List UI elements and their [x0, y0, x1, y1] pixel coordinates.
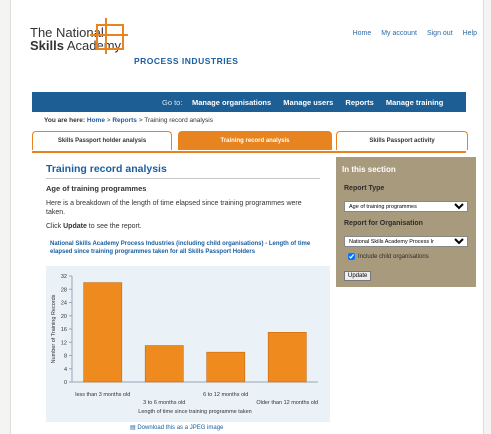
nav-manage-training[interactable]: Manage training	[386, 98, 444, 107]
report-type-select[interactable]: Age of training programmes	[344, 201, 468, 212]
include-children-row: Include child organisations	[348, 253, 429, 260]
logo-subtitle: PROCESS INDUSTRIES	[134, 56, 239, 66]
y-tick-label: 20	[61, 314, 67, 320]
x-tick-label: 6 to 12 months old	[203, 392, 248, 398]
download-link[interactable]: ▤ Download this as a JPEG image	[130, 424, 223, 431]
top-link-help[interactable]: Help	[463, 30, 477, 37]
nav-goto-label: Go to:	[162, 98, 183, 107]
sidebar-panel: In this section Report Type Age of train…	[336, 157, 476, 287]
report-org-select[interactable]: National Skills Academy Process Ir	[344, 236, 468, 247]
top-links: Home My account Sign out Help	[345, 30, 477, 37]
tab-training-record-analysis[interactable]: Training record analysis	[178, 131, 332, 150]
sidebar-heading: In this section	[342, 165, 396, 174]
nav-manage-users[interactable]: Manage users	[283, 98, 333, 107]
chart-title: National Skills Academy Process Industri…	[50, 241, 311, 255]
top-link-sign-out[interactable]: Sign out	[427, 30, 453, 37]
update-button[interactable]: Update	[344, 271, 372, 281]
breadcrumb-reports[interactable]: Reports	[112, 117, 137, 124]
report-tabs: Skills Passport holder analysis Training…	[32, 131, 468, 153]
title-divider	[46, 178, 320, 179]
nav-links: Manage organisations Manage users Report…	[192, 98, 453, 107]
x-tick-label: less than 3 months old	[75, 392, 130, 398]
include-children-label: Include child organisations	[358, 254, 429, 261]
report-org-label: Report for Organisation	[344, 220, 423, 227]
chart-bar	[144, 345, 184, 383]
x-tick-label: 3 to 6 months old	[143, 400, 185, 406]
chart-bar	[206, 351, 246, 383]
nav-manage-organisations[interactable]: Manage organisations	[192, 98, 271, 107]
y-tick-label: 24	[61, 301, 67, 307]
tab-skills-passport-activity[interactable]: Skills Passport activity	[336, 131, 468, 150]
y-tick-label: 8	[64, 354, 67, 360]
report-type-label: Report Type	[344, 185, 385, 192]
breadcrumb-home[interactable]: Home	[87, 117, 105, 124]
y-axis-label: Number of Training Records	[51, 294, 57, 363]
top-link-my-account[interactable]: My account	[381, 30, 417, 37]
main-nav: Go to: Manage organisations Manage users…	[32, 92, 466, 112]
y-tick-label: 28	[61, 287, 67, 293]
section-subtitle: Age of training programmes	[46, 184, 147, 193]
description-text: Here is a breakdown of the length of tim…	[46, 200, 302, 216]
chart-bar	[267, 332, 307, 383]
include-children-checkbox[interactable]	[348, 253, 355, 260]
click-instruction: Click Update to see the report.	[46, 223, 142, 230]
chart-bar	[83, 282, 123, 383]
y-tick-label: 12	[61, 340, 67, 346]
chart-svg: 0 4 8 12 16 20 24 28 32 Number of Training Record…	[51, 274, 318, 415]
y-tick-label: 32	[61, 274, 67, 280]
breadcrumb-current: Training record analysis	[144, 117, 213, 124]
bar-chart: 0 4 8 12 16 20 24 28 32 Number of Training Record…	[46, 266, 330, 422]
nav-reports[interactable]: Reports	[345, 98, 373, 107]
y-tick-label: 4	[64, 367, 67, 373]
top-link-home[interactable]: Home	[353, 30, 372, 37]
logo-mark-icon	[90, 18, 128, 54]
y-tick-label: 16	[61, 327, 67, 333]
tab-skills-passport-holder-analysis[interactable]: Skills Passport holder analysis	[32, 131, 172, 150]
breadcrumb: You are here: Home > Reports > Training …	[44, 117, 213, 124]
page-title: Training record analysis	[46, 163, 167, 175]
y-tick-label: 0	[64, 380, 67, 386]
x-axis-label: Length of time since training programme …	[138, 409, 251, 415]
x-tick-label: Older than 12 months old	[256, 400, 318, 406]
